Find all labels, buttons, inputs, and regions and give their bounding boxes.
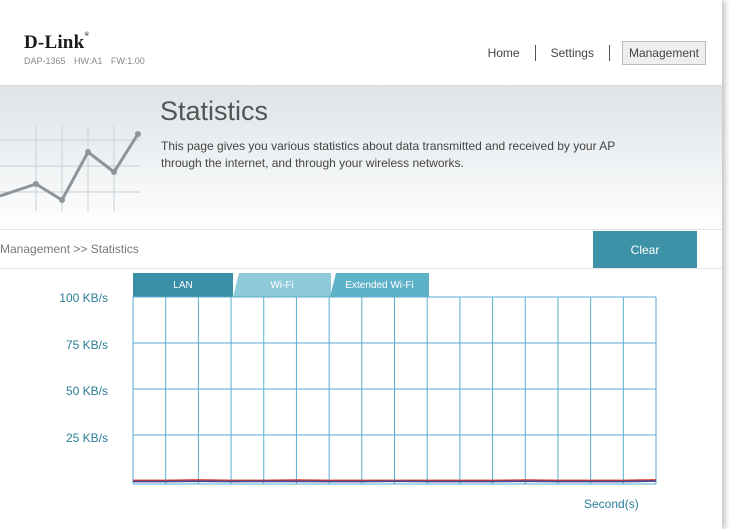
- series-line: [133, 479, 657, 482]
- x-axis-unit-label: Second(s): [584, 497, 639, 511]
- page: D-Link® DAP-1365 HW:A1 FW:1.00 Home Sett…: [0, 0, 722, 529]
- statistics-chart: [132, 296, 657, 485]
- series-line: [133, 480, 657, 483]
